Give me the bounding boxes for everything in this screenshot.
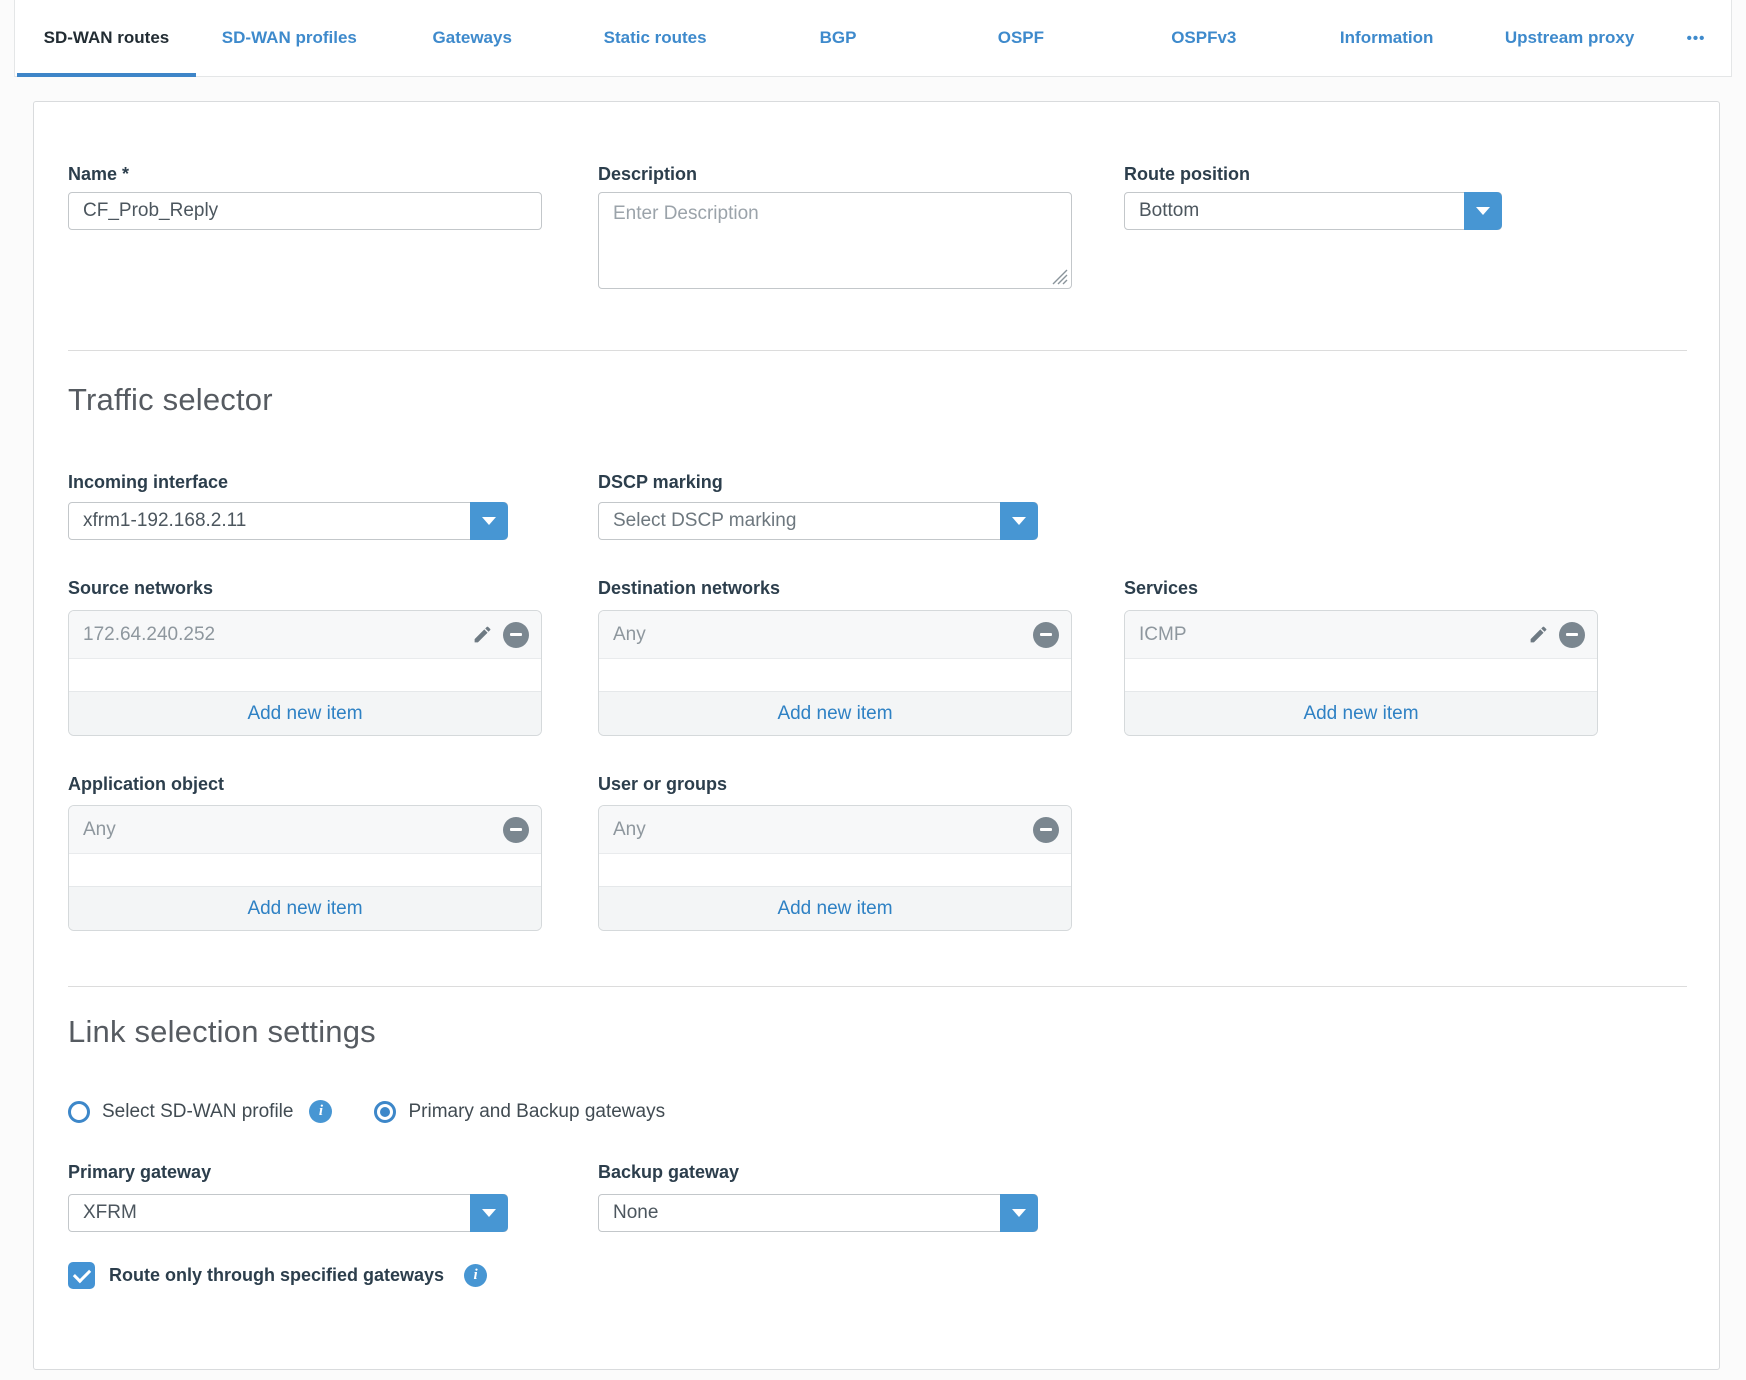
destination-networks-listbox: Any Add new item: [598, 610, 1072, 736]
tab-sd-wan-routes[interactable]: SD-WAN routes: [15, 0, 198, 76]
list-item: Any: [599, 611, 1071, 659]
list-item: ICMP: [1125, 611, 1597, 659]
list-item-text: Any: [613, 819, 1023, 841]
chevron-down-icon: [482, 517, 496, 525]
tab-static-routes[interactable]: Static routes: [564, 0, 747, 76]
route-only-checkbox-label: Route only through specified gateways: [109, 1265, 444, 1286]
tab-information[interactable]: Information: [1295, 0, 1478, 76]
section-divider: [68, 986, 1687, 987]
dscp-marking-label: DSCP marking: [598, 472, 723, 493]
remove-item-button[interactable]: [503, 817, 529, 843]
incoming-interface-dropdown-button[interactable]: [470, 502, 508, 540]
tab-more-ellipsis-icon[interactable]: •••: [1661, 0, 1731, 76]
add-new-item-link: Add new item: [777, 898, 892, 920]
services-add-button[interactable]: Add new item: [1125, 691, 1597, 735]
route-only-checkbox-row: Route only through specified gateways i: [68, 1262, 487, 1289]
link-selection-radio-group: Select SD-WAN profile i Primary and Back…: [68, 1100, 665, 1123]
incoming-interface-dropdown[interactable]: xfrm1-192.168.2.11: [68, 502, 508, 540]
primary-gateway-dropdown[interactable]: XFRM: [68, 1194, 508, 1232]
sd-wan-route-form-panel: Name * Description Route position Bottom…: [33, 101, 1720, 1370]
add-new-item-link: Add new item: [247, 898, 362, 920]
edit-item-button[interactable]: [1528, 624, 1549, 645]
info-icon[interactable]: i: [309, 1100, 332, 1123]
backup-gateway-value: None: [599, 1202, 1000, 1224]
destination-networks-label: Destination networks: [598, 578, 780, 599]
chevron-down-icon: [482, 1209, 496, 1217]
minus-circle-icon: [1033, 622, 1059, 648]
chevron-down-icon: [1476, 207, 1490, 215]
minus-circle-icon: [503, 817, 529, 843]
services-listbox: ICMP Add new item: [1124, 610, 1598, 736]
pencil-icon: [472, 624, 493, 645]
primary-gateway-label: Primary gateway: [68, 1162, 211, 1183]
dscp-marking-dropdown[interactable]: Select DSCP marking: [598, 502, 1038, 540]
user-or-groups-label: User or groups: [598, 774, 727, 795]
tab-sd-wan-profiles[interactable]: SD-WAN profiles: [198, 0, 381, 76]
remove-item-button[interactable]: [1033, 622, 1059, 648]
route-position-label: Route position: [1124, 164, 1250, 185]
dscp-marking-dropdown-button[interactable]: [1000, 502, 1038, 540]
add-new-item-link: Add new item: [247, 703, 362, 725]
remove-item-button[interactable]: [503, 622, 529, 648]
minus-circle-icon: [1033, 817, 1059, 843]
route-only-checkbox[interactable]: [68, 1262, 95, 1289]
application-object-add-button[interactable]: Add new item: [69, 886, 541, 930]
add-new-item-link: Add new item: [777, 703, 892, 725]
name-label: Name *: [68, 164, 129, 185]
section-divider: [68, 350, 1687, 351]
select-sd-wan-profile-radio-label: Select SD-WAN profile: [102, 1101, 293, 1123]
primary-gateway-value: XFRM: [69, 1202, 470, 1224]
chevron-down-icon: [1012, 1209, 1026, 1217]
minus-circle-icon: [1559, 622, 1585, 648]
description-label: Description: [598, 164, 697, 185]
services-label: Services: [1124, 578, 1198, 599]
source-networks-add-button[interactable]: Add new item: [69, 691, 541, 735]
tab-ospf[interactable]: OSPF: [929, 0, 1112, 76]
source-networks-listbox: 172.64.240.252 Add new item: [68, 610, 542, 736]
backup-gateway-dropdown[interactable]: None: [598, 1194, 1038, 1232]
incoming-interface-value: xfrm1-192.168.2.11: [69, 510, 470, 532]
application-object-listbox: Any Add new item: [68, 805, 542, 931]
remove-item-button[interactable]: [1033, 817, 1059, 843]
info-icon[interactable]: i: [464, 1264, 487, 1287]
route-position-value: Bottom: [1125, 200, 1464, 222]
application-object-label: Application object: [68, 774, 224, 795]
chevron-down-icon: [1012, 517, 1026, 525]
list-item-text: 172.64.240.252: [83, 624, 462, 646]
user-or-groups-add-button[interactable]: Add new item: [599, 886, 1071, 930]
list-item: Any: [69, 806, 541, 854]
link-selection-settings-title: Link selection settings: [68, 1014, 376, 1050]
dscp-marking-value: Select DSCP marking: [599, 510, 1000, 532]
primary-and-backup-gateways-radio[interactable]: [374, 1101, 396, 1123]
tab-upstream-proxy[interactable]: Upstream proxy: [1478, 0, 1661, 76]
primary-and-backup-gateways-radio-label: Primary and Backup gateways: [408, 1101, 665, 1123]
source-networks-label: Source networks: [68, 578, 213, 599]
select-sd-wan-profile-radio[interactable]: [68, 1101, 90, 1123]
incoming-interface-label: Incoming interface: [68, 472, 228, 493]
pencil-icon: [1528, 624, 1549, 645]
backup-gateway-dropdown-button[interactable]: [1000, 1194, 1038, 1232]
list-item-text: Any: [83, 819, 493, 841]
name-input[interactable]: [68, 192, 542, 230]
tab-bgp[interactable]: BGP: [747, 0, 930, 76]
route-position-dropdown-button[interactable]: [1464, 192, 1502, 230]
primary-gateway-dropdown-button[interactable]: [470, 1194, 508, 1232]
tab-gateways[interactable]: Gateways: [381, 0, 564, 76]
add-new-item-link: Add new item: [1303, 703, 1418, 725]
minus-circle-icon: [503, 622, 529, 648]
list-item-text: ICMP: [1139, 624, 1518, 646]
tab-bar: SD-WAN routes SD-WAN profiles Gateways S…: [14, 0, 1732, 77]
route-position-dropdown[interactable]: Bottom: [1124, 192, 1502, 230]
tab-ospfv3[interactable]: OSPFv3: [1112, 0, 1295, 76]
list-item: Any: [599, 806, 1071, 854]
list-item: 172.64.240.252: [69, 611, 541, 659]
edit-item-button[interactable]: [472, 624, 493, 645]
destination-networks-add-button[interactable]: Add new item: [599, 691, 1071, 735]
remove-item-button[interactable]: [1559, 622, 1585, 648]
user-or-groups-listbox: Any Add new item: [598, 805, 1072, 931]
traffic-selector-title: Traffic selector: [68, 382, 273, 418]
backup-gateway-label: Backup gateway: [598, 1162, 739, 1183]
description-input[interactable]: [598, 192, 1072, 289]
list-item-text: Any: [613, 624, 1023, 646]
